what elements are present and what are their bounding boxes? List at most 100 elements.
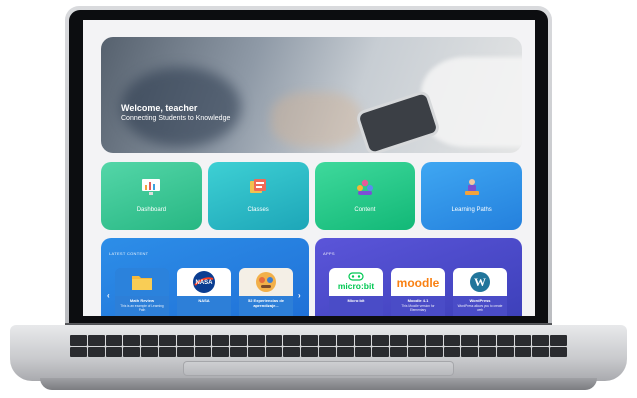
wordpress-logo: W <box>470 272 490 292</box>
illustration-icon <box>256 272 276 292</box>
apps-panel: APPS micro:bit Micro:bit moodle Moodle 4… <box>315 238 522 316</box>
content-icon <box>356 179 373 195</box>
moodle-logo: moodle <box>397 276 440 290</box>
keyboard-key <box>283 335 301 346</box>
latest-content-heading: LATEST CONTENT <box>109 251 149 256</box>
svg-text:micro:bit: micro:bit <box>338 281 375 291</box>
card-desc: WordPress allows you to create web <box>457 304 503 312</box>
keyboard-key <box>158 346 176 357</box>
trackpad <box>183 361 454 376</box>
keyboard-key <box>283 346 301 357</box>
keyboard-key <box>532 346 550 357</box>
keyboard-key <box>194 335 212 346</box>
keyboard-key <box>496 335 514 346</box>
classes-icon <box>250 179 267 193</box>
tile-label: Classes <box>247 207 269 213</box>
keyboard-key <box>390 335 407 346</box>
card-desc: This Moodle version for Elementary <box>401 304 435 312</box>
card-title: Math Review <box>129 298 155 303</box>
app-card-microbit[interactable]: micro:bit Micro:bit <box>329 268 383 316</box>
content-card-math-review[interactable]: Math Review This is an example of Learni… <box>115 268 169 316</box>
app-card-wordpress[interactable]: W WordPress WordPress allows you to crea… <box>453 268 507 316</box>
keyboard-key <box>158 335 176 346</box>
card-title: 52 Experiencias de aprendizaje... <box>247 298 285 308</box>
welcome-hero-banner: Welcome, teacher Connecting Students to … <box>101 37 522 153</box>
keyboard-key <box>407 335 425 346</box>
latest-content-panel: LATEST CONTENT ‹ Math Review This is an … <box>101 238 309 316</box>
keyboard-key <box>70 335 87 346</box>
content-card-nasa[interactable]: NASA NASA <box>177 268 231 316</box>
microbit-logo: micro:bit <box>338 272 375 291</box>
keyboard-key <box>301 335 318 346</box>
tile-learning-paths[interactable]: Learning Paths <box>421 162 522 230</box>
keyboard-key <box>301 346 318 357</box>
keyboard-key <box>354 335 372 346</box>
keyboard-key <box>461 346 479 357</box>
keyboard-key <box>479 335 496 346</box>
content-card-experiencias[interactable]: 52 Experiencias de aprendizaje... <box>239 268 293 316</box>
carousel-next-icon[interactable]: › <box>298 291 301 300</box>
keyboard-key <box>443 335 461 346</box>
keyboard-key <box>87 335 105 346</box>
keyboard-key <box>532 335 550 346</box>
keyboard-key <box>514 346 532 357</box>
hero-title: Welcome, teacher <box>121 103 198 113</box>
app-card-moodle[interactable]: moodle Moodle 4.1 This Moodle version fo… <box>391 268 445 316</box>
svg-text:moodle: moodle <box>397 276 440 290</box>
keyboard-key <box>407 346 425 357</box>
carousel-prev-icon[interactable]: ‹ <box>107 291 110 300</box>
keyboard-key <box>176 335 194 346</box>
keyboard <box>70 335 567 357</box>
keyboard-key <box>141 346 158 357</box>
keyboard-key <box>87 346 105 357</box>
keyboard-key <box>336 335 354 346</box>
keyboard-key <box>123 335 141 346</box>
keyboard-key <box>372 346 390 357</box>
keyboard-key <box>230 346 247 357</box>
keyboard-key <box>319 335 336 346</box>
keyboard-key <box>247 346 265 357</box>
tile-classes[interactable]: Classes <box>207 162 309 230</box>
card-title: WordPress <box>469 298 491 303</box>
quick-nav-tiles: Dashboard Classes Content Learning Paths <box>101 162 522 230</box>
keyboard-key <box>550 346 567 357</box>
keyboard-key <box>194 346 212 357</box>
card-title: Moodle 4.1 <box>407 298 429 303</box>
keyboard-key <box>443 346 461 357</box>
keyboard-key <box>479 346 496 357</box>
card-title: NASA <box>198 298 210 303</box>
keyboard-key <box>354 346 372 357</box>
keyboard-key <box>390 346 407 357</box>
tile-label: Learning Paths <box>451 207 492 213</box>
keyboard-key <box>247 335 265 346</box>
keyboard-key <box>70 346 87 357</box>
keyboard-key <box>425 346 443 357</box>
laptop-base-edge <box>40 378 597 390</box>
tile-label: Content <box>354 207 376 213</box>
apps-heading: APPS <box>323 251 335 256</box>
dashboard-icon <box>142 179 161 195</box>
tile-dashboard[interactable]: Dashboard <box>101 162 202 230</box>
keyboard-key <box>372 335 390 346</box>
nasa-logo: NASA <box>193 271 215 293</box>
hero-subtitle: Connecting Students to Knowledge <box>121 115 231 122</box>
keyboard-key <box>176 346 194 357</box>
app-screen: Welcome, teacher Connecting Students to … <box>83 20 535 316</box>
svg-text:NASA: NASA <box>195 280 213 286</box>
keyboard-key <box>141 335 158 346</box>
card-title: Micro:bit <box>347 298 365 303</box>
keyboard-key <box>461 335 479 346</box>
learning-paths-icon <box>464 179 479 195</box>
keyboard-key <box>123 346 141 357</box>
folder-icon <box>132 276 152 290</box>
keyboard-key <box>319 346 336 357</box>
laptop-mockup: Welcome, teacher Connecting Students to … <box>0 0 637 398</box>
tile-label: Dashboard <box>136 207 167 213</box>
keyboard-key <box>265 346 283 357</box>
keyboard-key <box>265 335 283 346</box>
keyboard-key <box>105 346 123 357</box>
keyboard-key <box>425 335 443 346</box>
keyboard-key <box>496 346 514 357</box>
tile-content[interactable]: Content <box>314 162 416 230</box>
keyboard-key <box>336 346 354 357</box>
